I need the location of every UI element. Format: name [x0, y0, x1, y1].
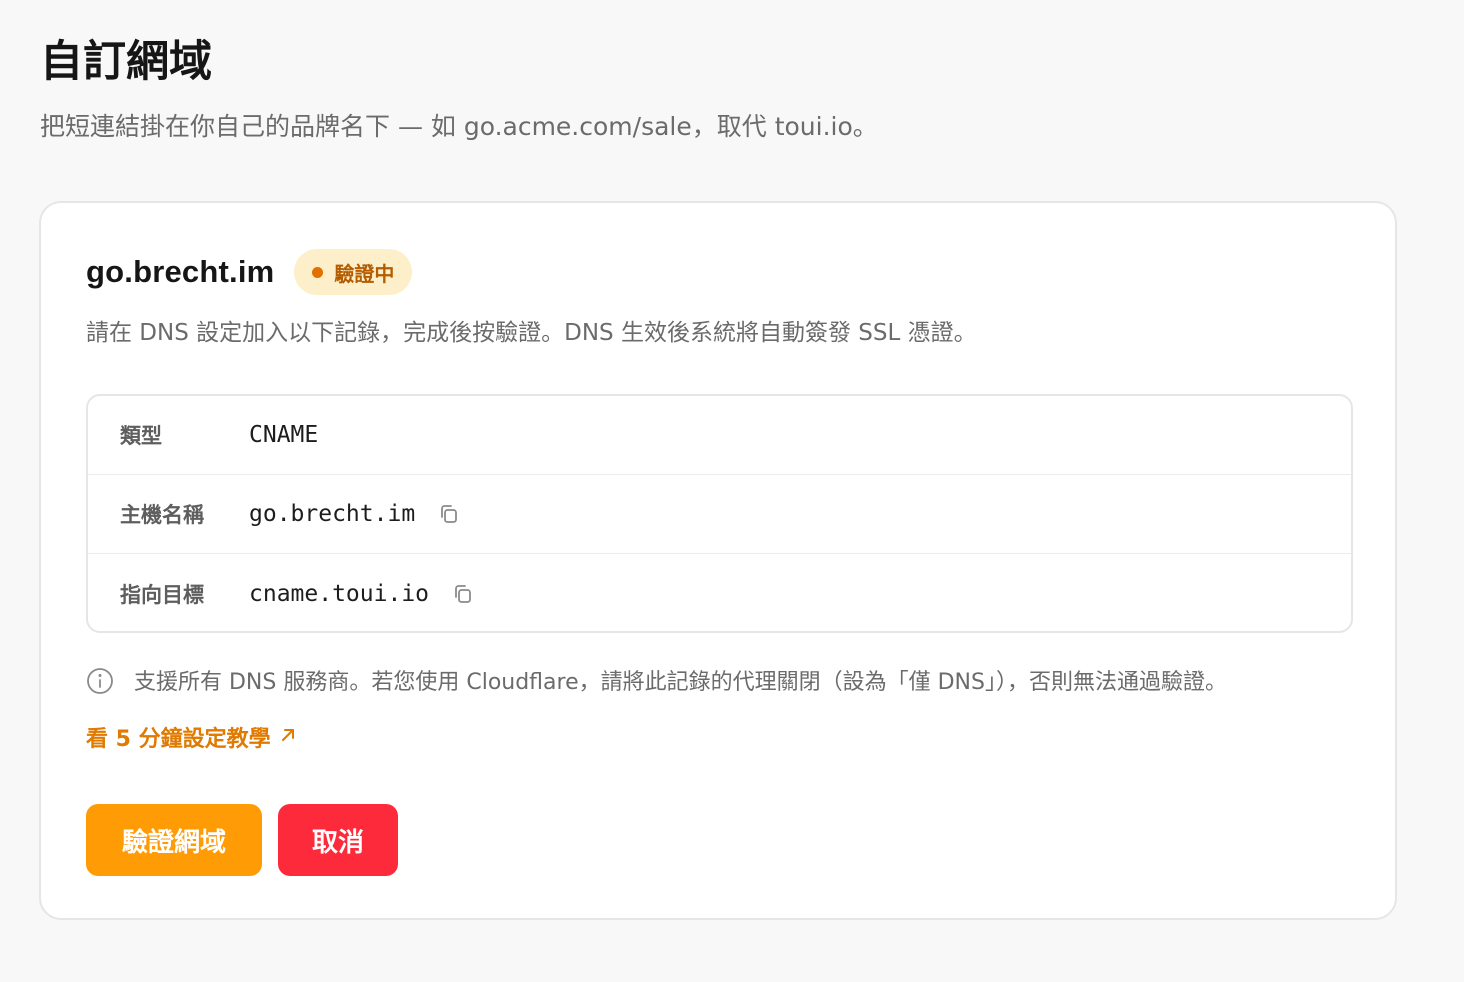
custom-domain-page: 自訂網域 把短連結掛在你自己的品牌名下 — 如 go.acme.com/sale…: [0, 0, 1464, 982]
cancel-button[interactable]: 取消: [278, 804, 398, 876]
copy-icon[interactable]: [451, 582, 475, 606]
page-subtitle: 把短連結掛在你自己的品牌名下 — 如 go.acme.com/sale，取代 t…: [40, 112, 878, 141]
copy-icon[interactable]: [437, 502, 461, 526]
record-value: go.brecht.im: [249, 501, 416, 527]
record-row-target: 指向目標 cname.toui.io: [88, 554, 1351, 631]
record-value-wrap: go.brecht.im: [249, 501, 461, 527]
record-label: 類型: [120, 424, 162, 448]
record-value-wrap: CNAME: [249, 422, 318, 448]
record-label: 指向目標: [120, 582, 204, 607]
external-arrow-icon: [279, 725, 297, 750]
domain-name: go.brecht.im: [86, 254, 275, 289]
tutorial-link-label: 看 5 分鐘設定教學: [86, 727, 271, 752]
note-text: 支援所有 DNS 服務商。若您使用 Cloudflare，請將此記錄的代理關閉（…: [134, 670, 1227, 695]
status-badge: 驗證中: [294, 249, 413, 295]
cloudflare-note: 支援所有 DNS 服務商。若您使用 Cloudflare，請將此記錄的代理關閉（…: [86, 666, 1227, 700]
tutorial-link[interactable]: 看 5 分鐘設定教學: [86, 721, 297, 753]
domain-card: go.brecht.im 驗證中 請在 DNS 設定加入以下記錄，完成後按驗證。…: [39, 201, 1397, 920]
record-value: cname.toui.io: [249, 580, 430, 607]
record-label: 主機名稱: [120, 503, 204, 527]
record-row-host: 主機名稱 go.brecht.im: [88, 475, 1351, 554]
page-title: 自訂網域: [40, 37, 212, 87]
verify-domain-button[interactable]: 驗證網域: [86, 804, 262, 876]
domain-header: go.brecht.im 驗證中: [86, 249, 413, 295]
record-value-wrap: cname.toui.io: [249, 581, 475, 607]
record-value: CNAME: [249, 422, 319, 448]
record-row-type: 類型 CNAME: [88, 396, 1351, 475]
status-dot-icon: [312, 266, 324, 278]
dns-records-table: 類型 CNAME 主機名稱 go.brecht.im 指向目標 cname.to…: [86, 394, 1353, 633]
status-text: 驗證中: [334, 261, 395, 286]
info-icon: [86, 667, 114, 699]
dns-instructions: 請在 DNS 設定加入以下記錄，完成後按驗證。DNS 生效後系統將自動簽發 SS…: [86, 320, 977, 346]
